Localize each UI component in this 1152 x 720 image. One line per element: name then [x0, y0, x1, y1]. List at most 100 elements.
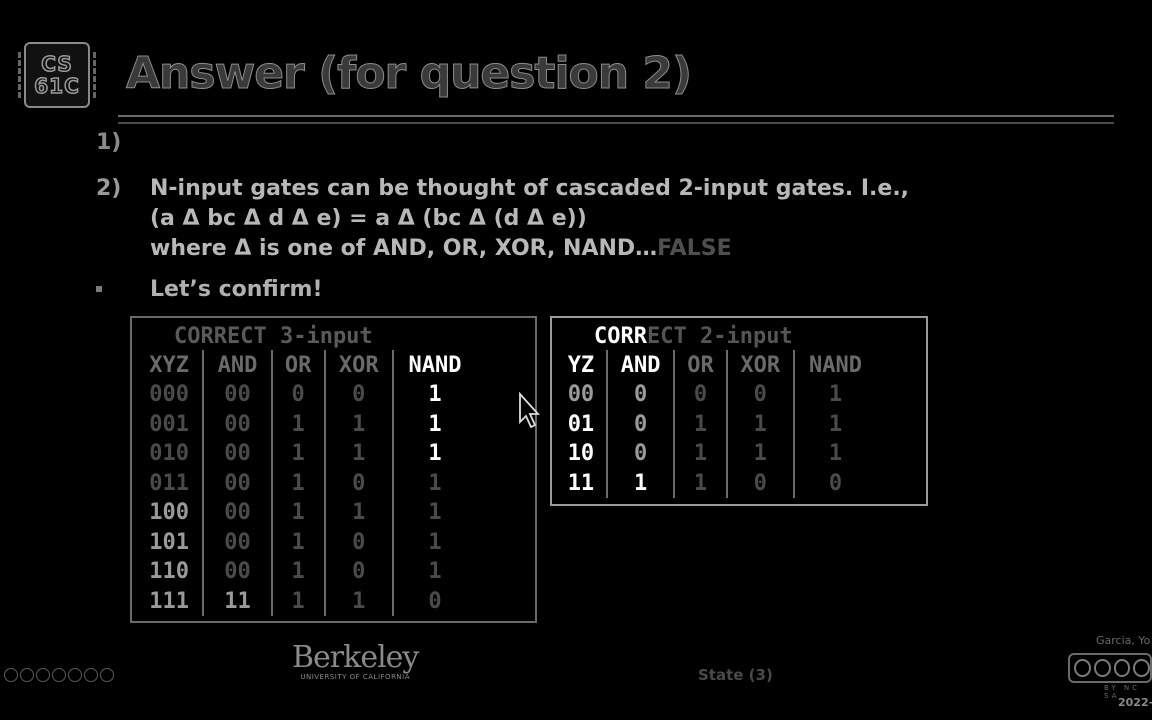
nav-next-icon[interactable]	[100, 668, 114, 682]
table3-cell: 1	[391, 468, 476, 498]
table2-cell: 1	[725, 409, 795, 439]
table3-cell: 00	[202, 498, 272, 528]
creative-commons-icon	[1068, 653, 1152, 683]
table2-header-row: YZ AND OR XOR NAND	[556, 350, 876, 380]
cs61c-logo: CS 61C	[18, 42, 96, 108]
table2-cell: 00	[567, 382, 595, 408]
nav-prev-icon[interactable]	[4, 668, 18, 682]
nav-zoom-icon[interactable]	[84, 668, 98, 682]
table3-cell: 1	[270, 557, 325, 587]
item-2-text: N-input gates can be thought of cascaded…	[150, 174, 909, 264]
table-row: 010 00 1 1 1	[136, 439, 476, 469]
table2-cell: 0	[793, 468, 876, 498]
table2-cell: 0	[725, 380, 795, 410]
table2-cell: 1	[673, 468, 727, 498]
table2-cell: 1	[673, 409, 727, 439]
false-answer: FALSE	[657, 236, 732, 261]
table2-cell: 1	[725, 439, 795, 469]
table2-header-or: OR	[673, 350, 727, 380]
table2-cell: 1	[793, 380, 876, 410]
table3-header-xyz: XYZ	[149, 352, 190, 378]
table2-cell: 0	[725, 468, 795, 498]
title-divider	[118, 115, 1114, 124]
table-row: 011 00 1 0 1	[136, 468, 476, 498]
table3-cell: 00	[202, 468, 272, 498]
table3-cell: 1	[323, 498, 393, 528]
table3-cell: 1	[391, 527, 476, 557]
table3-header-xor: XOR	[323, 350, 393, 380]
table2-caption: CORRECT 2-input	[594, 324, 793, 349]
table3-cell: 1	[391, 409, 476, 439]
slide-title: Answer (for question 2)	[125, 48, 692, 100]
item-2-line3: where Δ is one of AND, OR, XOR, NAND…FAL…	[150, 234, 909, 264]
table2-cell: 01	[567, 411, 595, 437]
table2-cell: 0	[673, 380, 727, 410]
table3-cell: 11	[202, 586, 272, 616]
table3-cell: 1	[270, 409, 325, 439]
item-2-line2: (a Δ bc Δ d Δ e) = a Δ (bc Δ (d Δ e))	[150, 206, 587, 231]
table2-cell: 0	[605, 439, 675, 469]
table2-header-xor: XOR	[725, 350, 795, 380]
berkeley-subtitle: UNIVERSITY OF CALIFORNIA	[300, 673, 411, 681]
table3-header-or: OR	[270, 350, 325, 380]
item-1-number: 1)	[96, 130, 122, 155]
nav-notes-icon[interactable]	[52, 668, 66, 682]
item-2-line1: N-input gates can be thought of cascaded…	[150, 176, 910, 201]
table3-cell: 00	[202, 557, 272, 587]
table3-caption: CORRECT 3-input	[174, 324, 373, 349]
table-row: 111 11 1 1 0	[136, 586, 476, 616]
table3-cell: 1	[391, 498, 476, 528]
table3-cell: 111	[149, 588, 190, 614]
table-row: 00 0 0 0 1	[556, 380, 876, 410]
table2-cell: 1	[793, 439, 876, 469]
table2-header-yz: YZ	[567, 352, 595, 378]
berkeley-logo: Berkeley UNIVERSITY OF CALIFORNIA	[292, 640, 419, 681]
table3-cell: 00	[202, 409, 272, 439]
table3-cell: 1	[270, 468, 325, 498]
bullet-text: Let’s confirm!	[150, 277, 323, 302]
table3-cell: 00	[202, 527, 272, 557]
logo-line2: 61C	[33, 74, 80, 98]
table3-cell: 1	[391, 439, 476, 469]
table3-cell: 101	[149, 529, 190, 555]
table2-header-nand: NAND	[793, 350, 876, 380]
table-row: 101 00 1 0 1	[136, 527, 476, 557]
table3-cell: 1	[270, 586, 325, 616]
table-row: 110 00 1 0 1	[136, 557, 476, 587]
nav-menu-icon[interactable]	[68, 668, 82, 682]
table2-cell: 10	[567, 441, 595, 467]
table3-cell: 110	[149, 559, 190, 585]
table3-cell: 1	[323, 409, 393, 439]
table2-cell: 11	[567, 470, 595, 496]
table3-cell: 1	[323, 586, 393, 616]
table3-header-and: AND	[202, 350, 272, 380]
table2-cell: 1	[673, 439, 727, 469]
table3-cell: 0	[323, 527, 393, 557]
table2-grid: YZ AND OR XOR NAND 00 0 0 0 1 01 0 1 1 1 10 0 1 1 1 …	[556, 350, 876, 498]
author-credit: Garcia, Yo	[1096, 634, 1151, 647]
table3-cell: 0	[270, 380, 325, 410]
table3-header-row: XYZ AND OR XOR NAND	[136, 350, 476, 380]
table2-cell: 0	[605, 380, 675, 410]
table-row: 01 0 1 1 1	[556, 409, 876, 439]
table3-cell: 0	[391, 586, 476, 616]
table3-cell: 00	[202, 380, 272, 410]
table3-cell: 0	[323, 380, 393, 410]
nav-slides-icon[interactable]	[36, 668, 50, 682]
item-2-line3-text: where Δ is one of AND, OR, XOR, NAND…	[150, 236, 658, 261]
table3-cell: 00	[202, 439, 272, 469]
table-row: 11 1 1 0 0	[556, 468, 876, 498]
truth-table-3-input: CORRECT 3-input XYZ AND OR XOR NAND 000 0…	[130, 316, 537, 623]
presentation-nav-icons[interactable]	[4, 668, 114, 682]
berkeley-wordmark: Berkeley	[292, 640, 419, 675]
nav-pen-icon[interactable]	[20, 668, 34, 682]
table3-grid: XYZ AND OR XOR NAND 000 00 0 0 1 001 00 1 1 1 01…	[136, 350, 476, 616]
table3-cell: 1	[391, 380, 476, 410]
table3-cell: 010	[149, 441, 190, 467]
logo-line1: CS	[41, 52, 73, 76]
table3-cell: 100	[149, 500, 190, 526]
bullet-icon	[96, 286, 102, 292]
table2-caption-highlight: CORR	[594, 324, 647, 349]
table2-cell: 1	[605, 468, 675, 498]
table3-cell: 1	[270, 527, 325, 557]
